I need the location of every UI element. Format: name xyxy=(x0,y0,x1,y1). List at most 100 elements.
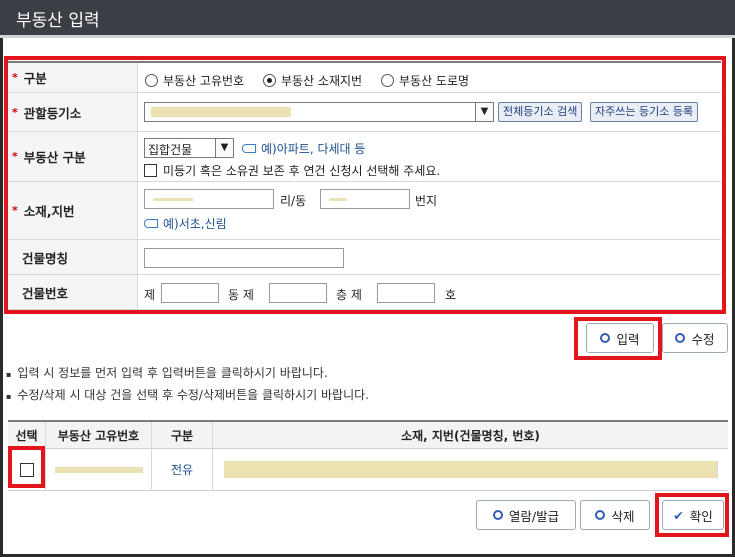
ri-dong-input[interactable] xyxy=(144,189,274,209)
table-header: 선택 부동산 고유번호 구분 소재, 지번(건물명칭, 번호) xyxy=(8,422,728,449)
row-building-name: 건물명칭 xyxy=(8,240,721,275)
category-selected-value: 집합건물 xyxy=(148,143,193,157)
radio-label: 부동산 고유번호 xyxy=(163,74,245,88)
label-registry: * 관할등기소 xyxy=(8,93,138,131)
radio-circle-selected xyxy=(263,74,276,87)
unregistered-option: 미등기 혹은 소유권 보존 후 연건 신청시 선택해 주세요. xyxy=(144,162,440,179)
registry-select[interactable]: ▼ xyxy=(144,102,494,122)
edit-button-label: 수정 xyxy=(691,331,715,347)
delete-button[interactable]: 삭제 xyxy=(580,500,650,530)
building-name-input[interactable] xyxy=(144,248,344,268)
chevron-down-icon: ▼ xyxy=(475,103,493,121)
dong-prefix-text: 제 xyxy=(144,288,156,302)
row-type: * 구분 부동산 고유번호 부동산 소재지번 부동산 도로명 xyxy=(8,63,721,93)
confirm-label: 확인 xyxy=(689,508,713,524)
view-issue-label: 열람/발급 xyxy=(508,508,560,524)
note-item: ▪ 입력 시 정보를 먼저 입력 후 입력버튼을 클릭하시기 바랍니다. xyxy=(6,366,328,380)
row-registry: * 관할등기소 ▼ 전체등기소 검색 자주쓰는 등기소 등록 xyxy=(8,93,721,132)
redacted-value xyxy=(223,461,718,478)
radio-unique-number[interactable]: 부동산 고유번호 xyxy=(145,72,244,89)
dong-input[interactable] xyxy=(161,283,219,303)
hint-text: 예)아파트, 다세대 등 xyxy=(261,142,366,156)
redacted-value xyxy=(151,107,291,117)
circle-icon xyxy=(600,333,611,343)
dong-suffix-text: 동 제 xyxy=(228,288,254,302)
label-building-number: 건물번호 xyxy=(8,275,138,309)
header-select: 선택 xyxy=(8,422,46,448)
circle-icon xyxy=(595,510,606,520)
note-text: 수정/삭제 시 대상 건을 선택 후 수정/삭제버튼을 클릭하시기 바랍니다. xyxy=(17,388,369,402)
required-mark: * xyxy=(12,204,18,217)
required-mark: * xyxy=(12,150,18,163)
required-mark: * xyxy=(12,71,18,84)
bunji-label: 번지 xyxy=(415,194,438,208)
property-input-form: * 구분 부동산 고유번호 부동산 소재지번 부동산 도로명 * 관할등기소 ▼ 전… xyxy=(8,61,721,310)
label-text: 건물번호 xyxy=(22,285,69,301)
label-text: 부동산 구분 xyxy=(23,150,86,165)
header-unique-number: 부동산 고유번호 xyxy=(46,422,152,448)
delete-label: 삭제 xyxy=(611,508,635,524)
check-icon: ✔ xyxy=(673,507,684,523)
radio-road-name[interactable]: 부동산 도로명 xyxy=(381,72,469,89)
radio-circle xyxy=(381,74,394,87)
cell-type: 전유 xyxy=(152,449,213,490)
redacted-value xyxy=(153,198,193,201)
tag-icon xyxy=(144,219,158,228)
table-row[interactable]: 전유 xyxy=(8,449,728,491)
label-text: 소재,지번 xyxy=(23,204,75,219)
page-title: 부동산 입력 xyxy=(16,11,100,31)
registry-search-button[interactable]: 전체등기소 검색 xyxy=(498,102,583,122)
ri-dong-label: 리/동 xyxy=(280,194,307,208)
label-type: * 구분 xyxy=(8,63,138,92)
note-text: 입력 시 정보를 먼저 입력 후 입력버튼을 클릭하시기 바랍니다. xyxy=(17,366,328,380)
hint-text: 예)서초,신림 xyxy=(163,217,227,231)
row-category: * 부동산 구분 집합건물 ▼ 예)아파트, 다세대 등 미등기 혹은 소유권 보… xyxy=(8,132,721,182)
bunji-input[interactable] xyxy=(320,189,410,209)
row-building-number: 건물번호 제 동 제 층 제 호 xyxy=(8,275,721,310)
confirm-button[interactable]: ✔ 확인 xyxy=(662,500,724,530)
instructions: ▪ 입력 시 정보를 먼저 입력 후 입력버튼을 클릭하시기 바랍니다. ▪ 수정/… xyxy=(6,363,369,407)
unregistered-checkbox[interactable] xyxy=(144,164,157,177)
label-building-name: 건물명칭 xyxy=(8,240,138,274)
label-category: * 부동산 구분 xyxy=(8,132,138,181)
cell-address xyxy=(213,449,728,490)
row-checkbox[interactable] xyxy=(19,462,34,477)
registry-favorite-button[interactable]: 자주쓰는 등기소 등록 xyxy=(590,102,699,122)
unregistered-text: 미등기 혹은 소유권 보존 후 연건 신청시 선택해 주세요. xyxy=(163,164,441,178)
view-issue-button[interactable]: 열람/발급 xyxy=(476,500,576,530)
required-mark: * xyxy=(12,105,18,119)
title-bar: 부동산 입력 xyxy=(0,0,735,38)
label-text: 관할등기소 xyxy=(23,105,82,121)
radio-circle xyxy=(145,74,158,87)
header-address: 소재, 지번(건물명칭, 번호) xyxy=(401,428,540,443)
input-button-label: 입력 xyxy=(616,331,640,347)
address-hint: 예)서초,신림 xyxy=(144,215,227,232)
note-item: ▪ 수정/삭제 시 대상 건을 선택 후 수정/삭제버튼을 클릭하시기 바랍니다. xyxy=(6,388,369,402)
label-text: 건물명칭 xyxy=(22,250,69,266)
redacted-value xyxy=(329,198,347,201)
floor-input[interactable] xyxy=(269,283,327,303)
label-address: * 소재,지번 xyxy=(8,182,138,239)
category-hint: 예)아파트, 다세대 등 xyxy=(242,140,365,157)
circle-icon xyxy=(492,510,503,520)
radio-label: 부동산 소재지번 xyxy=(281,74,363,88)
input-button[interactable]: 입력 xyxy=(586,323,654,353)
edit-button[interactable]: 수정 xyxy=(662,323,728,353)
floor-suffix-text: 층 제 xyxy=(336,288,362,302)
tag-icon xyxy=(242,144,256,153)
redacted-value xyxy=(54,466,143,473)
radio-label: 부동산 도로명 xyxy=(399,74,470,88)
label-text: 구분 xyxy=(23,71,47,86)
category-select[interactable]: 집합건물 ▼ xyxy=(144,138,234,158)
chevron-down-icon: ▼ xyxy=(215,139,233,157)
radio-address-lot[interactable]: 부동산 소재지번 xyxy=(263,72,362,89)
cell-unique-number xyxy=(46,449,152,490)
circle-icon xyxy=(675,333,686,343)
cell-select xyxy=(8,449,46,490)
property-table: 선택 부동산 고유번호 구분 소재, 지번(건물명칭, 번호) 전유 xyxy=(8,420,728,491)
ho-suffix-text: 호 xyxy=(445,288,457,302)
window-border-left xyxy=(0,38,3,557)
row-address: * 소재,지번 리/동 번지 예)서초,신림 xyxy=(8,182,721,240)
header-type: 구분 xyxy=(152,422,213,448)
ho-input[interactable] xyxy=(377,283,435,303)
